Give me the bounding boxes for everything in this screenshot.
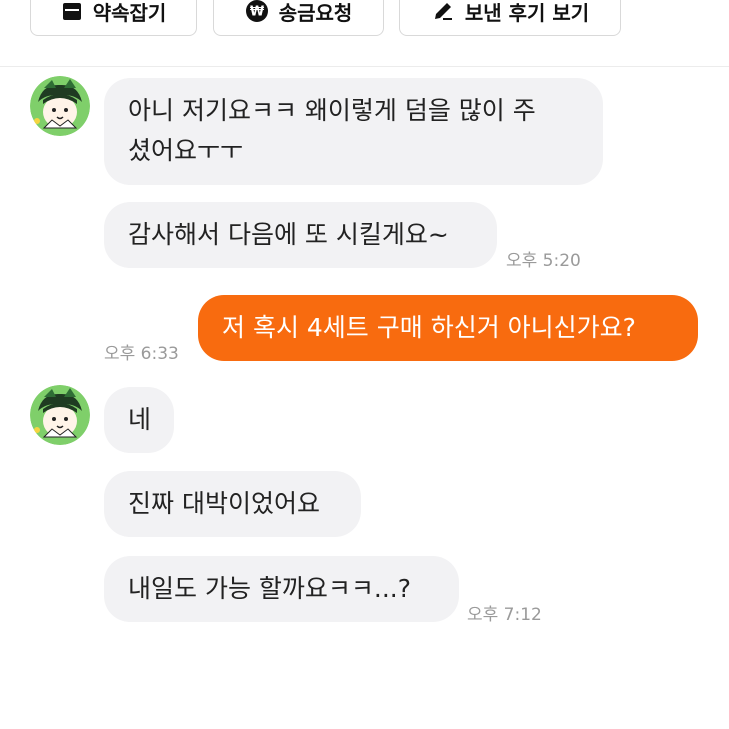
message-timestamp: 오후 7:12 [467, 605, 542, 625]
message-bubble-outgoing: 저 혹시 4세트 구매 하신거 아니신가요? [198, 295, 698, 361]
message-text: 저 혹시 4세트 구매 하신거 아니신가요? [222, 313, 636, 342]
seller-avatar[interactable] [30, 385, 90, 445]
message-text: 내일도 가능 할까요ㅋㅋ...? [128, 574, 412, 603]
message-text: 아니 저기요ㅋㅋ 왜이렇게 덤을 많이 주 [128, 96, 536, 125]
message-text: 셨어요ㅜㅜ [128, 136, 244, 165]
svg-text:₩: ₩ [250, 5, 265, 20]
make-appointment-label: 약속잡기 [92, 0, 167, 25]
seller-avatar[interactable] [30, 76, 90, 136]
request-transfer-button[interactable]: ₩ 송금요청 [213, 0, 384, 36]
request-transfer-label: 송금요청 [278, 0, 353, 25]
message-text: 네 [128, 405, 152, 434]
message-bubble-incoming: 감사해서 다음에 또 시킬게요~ [104, 202, 497, 268]
chat-toolbar: 약속잡기 ₩ 송금요청 보낸 후기 보기 [0, 0, 729, 67]
message-bubble-incoming: 내일도 가능 할까요ㅋㅋ...? [104, 556, 459, 622]
won-icon: ₩ [245, 0, 269, 23]
message-text: 진짜 대박이었어요 [128, 489, 320, 518]
calendar-icon [61, 0, 83, 22]
message-bubble-incoming: 진짜 대박이었어요 [104, 471, 361, 537]
make-appointment-button[interactable]: 약속잡기 [30, 0, 197, 36]
message-bubble-incoming: 네 [104, 387, 174, 453]
message-text: 감사해서 다음에 또 시킬게요~ [128, 220, 449, 249]
message-timestamp: 오후 5:20 [506, 251, 581, 271]
view-sent-reviews-button[interactable]: 보낸 후기 보기 [399, 0, 621, 36]
message-bubble-incoming: 아니 저기요ㅋㅋ 왜이렇게 덤을 많이 주 셨어요ㅜㅜ [104, 78, 603, 185]
pencil-icon [431, 0, 455, 23]
message-timestamp: 오후 6:33 [104, 344, 179, 364]
view-sent-reviews-label: 보낸 후기 보기 [464, 0, 590, 25]
